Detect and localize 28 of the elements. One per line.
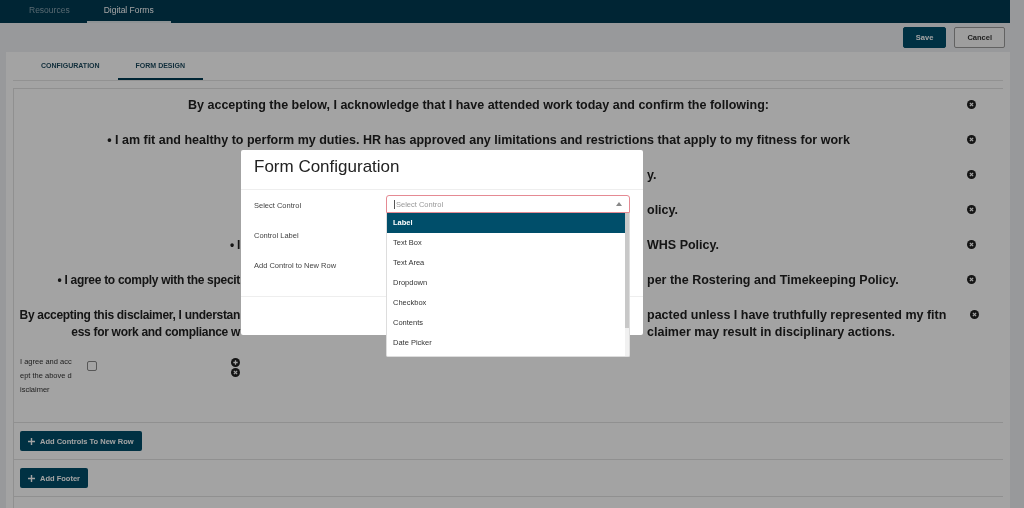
nav-tab[interactable]: Digital Forms xyxy=(86,0,171,23)
form-text: ess for work and compliance w xyxy=(70,324,240,341)
remove-icon[interactable] xyxy=(967,240,976,249)
remove-icon[interactable] xyxy=(967,275,976,284)
caret-up-icon xyxy=(616,202,622,206)
plus-icon xyxy=(28,437,35,445)
form-text: WHS Policy. xyxy=(647,237,720,254)
form-text: per the Rostering and Timekeeping Policy. xyxy=(647,272,900,289)
remove-icon[interactable] xyxy=(967,135,976,144)
form-text: y. xyxy=(647,167,658,184)
form-text: • I agree to comply with the specit xyxy=(56,272,240,289)
scrollbar[interactable] xyxy=(625,213,629,356)
form-text: • I am fit and healthy to perform my duties. HR has approved any limitations and restrictions that apply to my fitness for work xyxy=(106,132,851,149)
form-text: pacted unless I have truthfully represented my fitn xyxy=(647,307,947,324)
form-text: By accepting the below, I acknowledge that I have attended work today and confirm the following: xyxy=(187,97,770,114)
plus-icon xyxy=(28,474,35,482)
form-text: By accepting this disclaimer, I understan xyxy=(18,307,240,324)
remove-icon[interactable] xyxy=(967,170,976,179)
add-icon[interactable] xyxy=(231,358,240,367)
modal-title: Form Configuration xyxy=(241,150,643,190)
form-text: claimer may result in disciplinary actions. xyxy=(647,324,897,341)
remove-icon[interactable] xyxy=(967,100,976,109)
checkbox[interactable] xyxy=(87,361,97,371)
remove-icon[interactable] xyxy=(970,310,980,319)
remove-icon[interactable] xyxy=(231,368,240,377)
form-text: • I xyxy=(229,237,240,254)
form-text: olicy. xyxy=(647,202,680,219)
remove-icon[interactable] xyxy=(967,205,976,214)
